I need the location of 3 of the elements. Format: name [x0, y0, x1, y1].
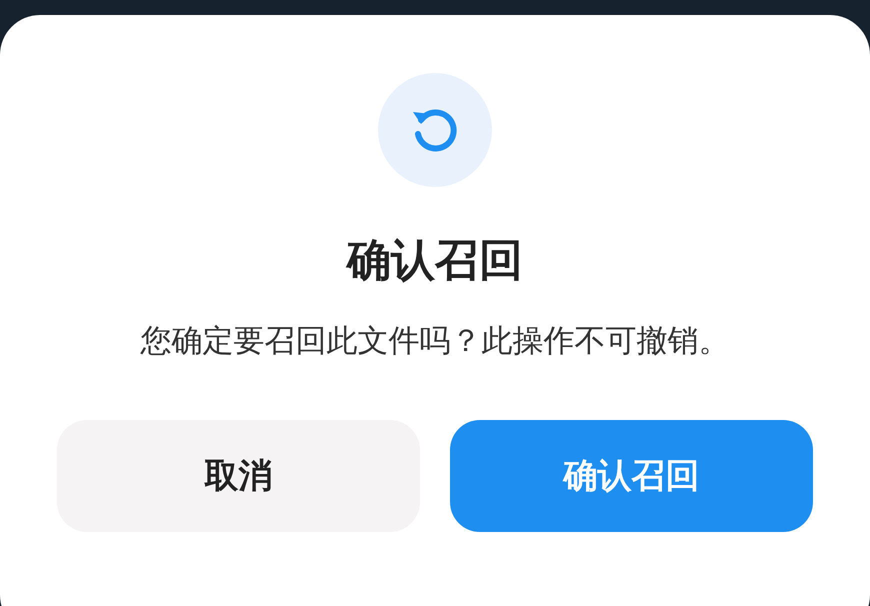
dialog-message: 您确定要召回此文件吗？此操作不可撤销。 [140, 322, 730, 361]
cancel-button[interactable]: 取消 [57, 420, 420, 532]
dialog-title: 确认召回 [347, 234, 523, 288]
